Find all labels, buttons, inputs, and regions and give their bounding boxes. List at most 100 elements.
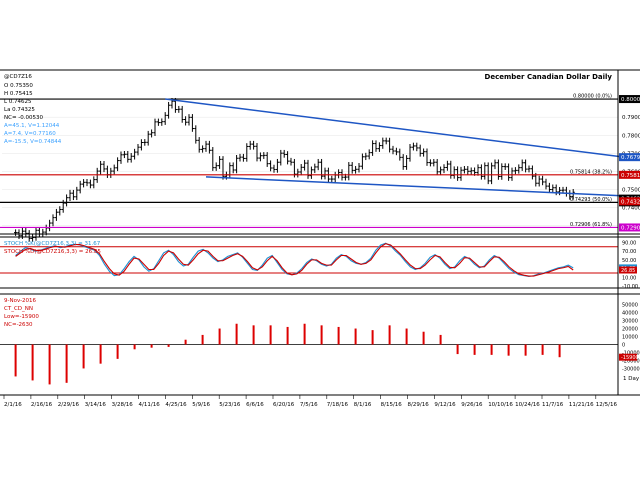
stoch-k-label: STOCH %K(@CD7Z16,3,3) = 31.67: [4, 241, 101, 247]
price-tick-label: 0.75000: [622, 188, 640, 194]
legend-net-change: NC= -0.00530: [4, 115, 44, 121]
cot-bar: [14, 344, 17, 377]
cot-bar: [167, 344, 170, 347]
cot-series-name: CT_CD_NN: [4, 306, 33, 312]
cot-bar: [320, 325, 323, 345]
date-tick-label: 7/18/16: [327, 402, 349, 408]
level-axis-tag-text: 0.75814: [621, 173, 640, 179]
date-tick-label: 11/21/16: [569, 402, 594, 408]
cot-net-change: NC=-2630: [4, 322, 33, 328]
stoch-tick-label: 90.00: [622, 240, 636, 246]
cot-bar: [405, 328, 408, 345]
stoch-tick-label: 10.00: [622, 275, 636, 281]
price-tick-label: 0.74000: [622, 206, 640, 212]
date-tick-label: 5/23/16: [219, 402, 241, 408]
price-tick-label: 0.78000: [622, 133, 640, 139]
cot-bar: [235, 323, 238, 345]
cot-bar: [388, 325, 391, 345]
date-tick-label: 11/7/16: [542, 402, 564, 408]
legend-line-3: A=-15.5, V=0.74844: [4, 139, 62, 145]
cot-tick-label: 50000: [622, 303, 638, 309]
cot-bar: [218, 328, 221, 345]
date-tick-label: 2/16/16: [31, 402, 53, 408]
chart-background: [0, 0, 640, 480]
date-tick-label: 4/25/16: [165, 402, 187, 408]
stoch-tick-label: -10.00: [622, 284, 638, 290]
cot-tick-label: 30000: [622, 319, 638, 325]
chart-svg: December Canadian Dollar Daily 0.80000 (…: [0, 0, 640, 480]
stoch-tick-label: 50.00: [622, 258, 636, 264]
cot-bar: [371, 330, 374, 345]
chart-title: December Canadian Dollar Daily: [485, 73, 613, 81]
level-line-label: 0.72906 (61.8%): [570, 222, 612, 228]
cot-tick-label: 0: [622, 343, 625, 349]
cot-bar: [150, 344, 153, 348]
legend-symbol: @CD7Z16: [4, 74, 32, 80]
cot-bar: [65, 344, 68, 383]
cot-bar: [490, 344, 493, 355]
stoch-tick-label: 70.00: [622, 249, 636, 255]
price-tick-label: 0.79000: [622, 115, 640, 121]
date-tick-label: 9/12/16: [434, 402, 456, 408]
date-tick-label: 8/15/16: [381, 402, 403, 408]
date-tick-label: 4/11/16: [139, 402, 161, 408]
level-axis-tag-text: 0.72906: [621, 225, 640, 231]
cot-bar: [541, 344, 544, 355]
legend-line-1: A=45.1, V=1.12044: [4, 123, 60, 129]
cot-bar: [524, 344, 527, 356]
cot-bar: [507, 344, 510, 356]
cot-bar: [116, 344, 119, 359]
cot-date: 9-Nov-2016: [4, 298, 37, 304]
cot-bar: [303, 323, 306, 345]
date-tick-label: 3/28/16: [112, 402, 134, 408]
level-axis-tag-text: 0.80000: [621, 97, 640, 103]
cot-bar: [456, 344, 459, 355]
price-axis-tag-text: 0.76790: [621, 155, 640, 161]
cot-bar: [354, 328, 357, 345]
axis-unit-label: 1 Day: [623, 376, 640, 382]
date-tick-label: 6/20/16: [273, 402, 295, 408]
cot-axis: 50000400003000020000100000-10000-20000-3…: [619, 303, 640, 372]
level-line-label: 0.74293 (50.0%): [570, 197, 612, 203]
date-tick-label: 12/5/16: [596, 402, 618, 408]
legend-line-2: A=7.4, V=0.77160: [4, 131, 56, 137]
date-tick-label: 7/5/16: [300, 402, 318, 408]
date-tick-label: 8/1/16: [354, 402, 372, 408]
cot-bar: [252, 325, 255, 345]
cot-bar: [269, 325, 272, 345]
cot-bar: [439, 334, 442, 345]
date-tick-label: 9/26/16: [461, 402, 483, 408]
cot-bar: [99, 344, 102, 364]
cot-bar: [82, 344, 85, 369]
cot-tick-label: 40000: [622, 311, 638, 317]
cot-bar: [48, 344, 51, 385]
date-tick-label: 8/29/16: [408, 402, 430, 408]
date-tick-label: 10/24/16: [515, 402, 540, 408]
cot-bar: [31, 344, 34, 381]
cot-bar: [133, 344, 136, 350]
date-tick-label: 5/9/16: [192, 402, 210, 408]
date-tick-label: 6/6/16: [246, 402, 264, 408]
cot-bar: [286, 326, 289, 345]
date-tick-label: 2/1/16: [4, 402, 22, 408]
cot-tick-label: -30000: [622, 366, 640, 372]
cot-bar: [422, 331, 425, 345]
date-tick-label: 2/29/16: [58, 402, 80, 408]
cot-tick-label: 10000: [622, 335, 638, 341]
legend-close-line: L 0.74625: [4, 99, 32, 105]
level-line-label: 0.80000 (0.0%): [573, 94, 612, 100]
level-line-label: 0.75814 (38.2%): [570, 169, 612, 175]
cot-bar: [184, 339, 187, 345]
cot-tick-label: 20000: [622, 327, 638, 333]
date-tick-label: 3/14/16: [85, 402, 107, 408]
date-tick-label: 10/10/16: [488, 402, 513, 408]
legend-high: H 0.75415: [4, 91, 33, 97]
stoch-axis-tag-text: 26.85: [621, 268, 635, 274]
cot-low: Low=-15900: [4, 314, 39, 320]
price-axis-tag-text: 0.74325: [621, 199, 640, 205]
cot-bar: [337, 326, 340, 345]
cot-bar: [558, 344, 561, 358]
legend-last: La 0.74325: [4, 107, 35, 113]
cot-axis-tag-text: -15900: [621, 355, 639, 361]
cot-bar: [201, 334, 204, 345]
